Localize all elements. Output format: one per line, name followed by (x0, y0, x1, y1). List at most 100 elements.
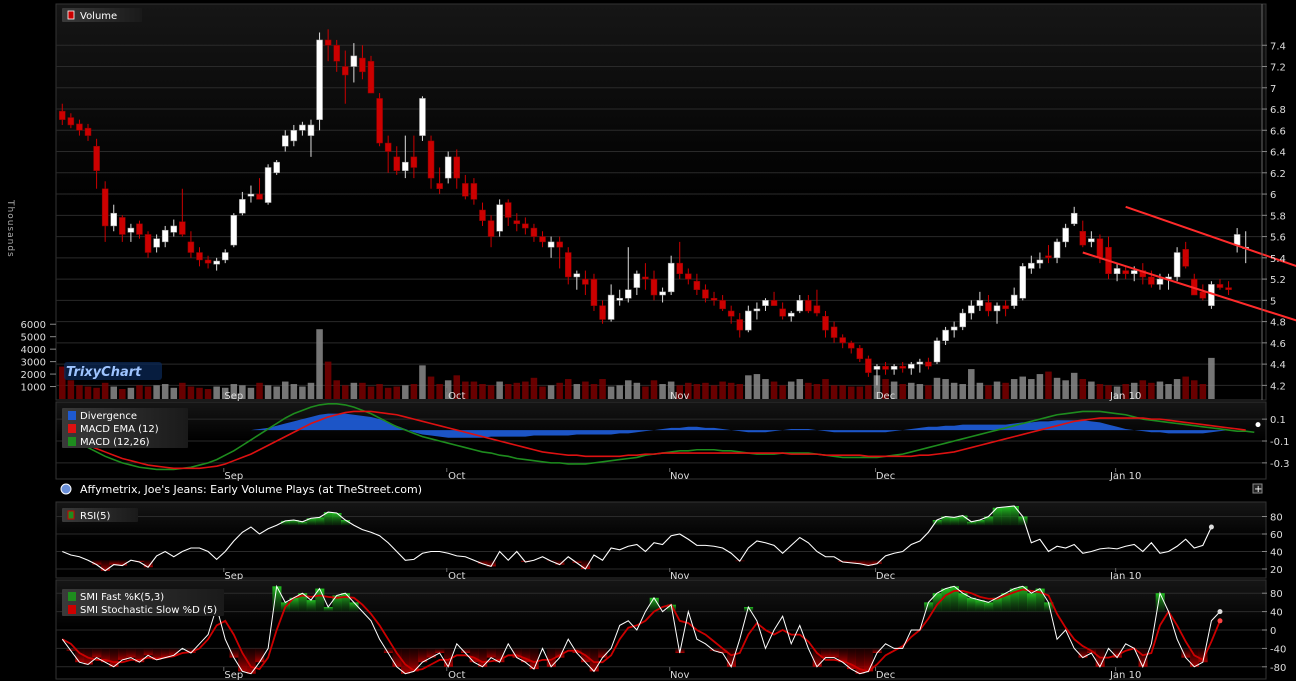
volume-bar (1010, 379, 1018, 399)
smi-x-tick-label: Nov (670, 670, 690, 681)
candle-body (264, 167, 272, 203)
candle-body (873, 365, 881, 370)
candle-body (136, 223, 143, 235)
price-y-tick-label: 5.4 (1270, 254, 1286, 265)
candle-body (1053, 241, 1061, 259)
volume-bar (333, 380, 340, 399)
candle-body (1225, 287, 1232, 290)
candle-body (933, 340, 941, 363)
volume-bar (504, 384, 512, 399)
rsi-overbought-fill (1009, 506, 1019, 526)
volume-bar (410, 384, 418, 399)
volume-bar (839, 385, 846, 399)
volume-bar (899, 384, 906, 399)
macd-y-tick-label: -0.3 (1270, 459, 1290, 470)
news-headline[interactable]: Affymetrix, Joe's Jeans: Early Volume Pl… (80, 483, 422, 496)
rsi-overbought-fill (332, 513, 342, 526)
volume-bar (264, 385, 272, 399)
y-axis-title: Thousands (5, 199, 15, 258)
candle-body (110, 212, 117, 227)
smi-fast-end-marker (1217, 609, 1223, 615)
candle-body (1096, 238, 1104, 259)
volume-bar (530, 377, 538, 399)
price-y-tick-label: 5.6 (1270, 233, 1286, 244)
candle-body (993, 305, 1001, 312)
smi-overbought-fill (975, 600, 985, 612)
rsi-overbought-fill (958, 515, 968, 526)
volume-bar (830, 385, 838, 399)
volume-bar (993, 381, 1001, 399)
price-y-tick-label: 6.8 (1270, 105, 1286, 116)
candle-body (359, 57, 366, 73)
volume-bar (1036, 374, 1044, 399)
candle-body (59, 110, 66, 120)
smi-legend[interactable]: SMI Fast %K(5,3) SMI Stochastic Slow %D … (62, 589, 224, 616)
news-bar[interactable]: Affymetrix, Joe's Jeans: Early Volume Pl… (60, 483, 1263, 496)
smi-oversold-fill (812, 648, 822, 667)
candle-body (290, 130, 298, 142)
volume-bar (487, 385, 495, 399)
smi-oversold-fill (726, 648, 736, 667)
volume-bar (1028, 379, 1035, 399)
smi-oversold-fill (126, 648, 136, 658)
volume-bar (196, 387, 203, 399)
logo-text: TrixyChart (66, 365, 142, 380)
macd-legend-ema: MACD EMA (12) (80, 424, 159, 435)
rsi-y-tick-label: 80 (1270, 513, 1283, 524)
candle-body (839, 337, 846, 344)
volume-bar (787, 381, 795, 399)
volume-bar (625, 380, 632, 399)
rsi-legend[interactable]: RSI(5) (62, 508, 138, 522)
volume-bar (968, 369, 975, 399)
volume-bar (1096, 384, 1104, 399)
candle-body (539, 236, 546, 243)
candle-body (968, 305, 975, 314)
candle-body (1233, 234, 1241, 246)
price-y-tick-label: 5 (1270, 296, 1276, 307)
volume-bar (1062, 380, 1069, 399)
candle-body (376, 98, 383, 144)
candle-body (667, 262, 675, 293)
candle-body (830, 326, 838, 338)
volume-bar (813, 384, 821, 399)
volume-bar (659, 384, 666, 399)
candle-body (350, 55, 358, 67)
volume-bar (582, 381, 589, 399)
volume-y-tick-label: 3000 (21, 358, 46, 369)
candle-body (727, 310, 735, 317)
smi-y-tick-label: -80 (1270, 663, 1286, 674)
smi-overbought-fill (941, 588, 951, 612)
price-legend[interactable]: Volume (62, 8, 142, 22)
rsi-end-marker (1208, 524, 1214, 530)
candle-body (67, 117, 75, 126)
smi-oversold-fill (529, 648, 539, 670)
volume-bar (299, 386, 306, 399)
candle-body (419, 98, 426, 136)
rsi-overbought-fill (298, 521, 308, 526)
macd-legend[interactable]: Divergence MACD EMA (12) MACD (12,26) (62, 408, 188, 448)
volume-bar (727, 382, 735, 399)
candle-body (453, 156, 461, 179)
smi-oversold-fill (461, 648, 471, 653)
smi-y-tick-label: -40 (1270, 644, 1286, 655)
candle-body (213, 260, 220, 265)
price-panel: 4.2 4.4 4.6 4.8 5 5.2 5.4 5.6 5.8 6 6.2 6.4 6.6 6.8 7 7… (21, 3, 1296, 402)
candle-body (196, 252, 203, 261)
volume-bar (393, 386, 400, 399)
volume-bar (796, 379, 804, 399)
candle-body (127, 227, 135, 233)
candle-body (950, 326, 958, 331)
candle-body (144, 234, 152, 253)
rss-icon[interactable] (60, 483, 72, 495)
candle-body (1088, 238, 1095, 243)
price-y-tick-label: 6.6 (1270, 126, 1286, 137)
smi-oversold-fill (118, 648, 128, 660)
smi-overbought-fill (349, 602, 359, 612)
candle-body (256, 193, 263, 200)
volume-bar (762, 379, 769, 399)
volume-bar (496, 381, 503, 399)
volume-bar (342, 385, 349, 399)
trixychart-logo: TrixyChart (64, 362, 162, 380)
rsi-y-tick-label: 20 (1270, 565, 1283, 576)
smi-oversold-fill (598, 648, 608, 658)
